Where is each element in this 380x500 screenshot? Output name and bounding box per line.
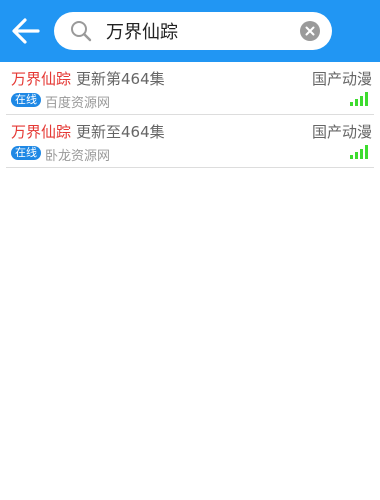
result-category: 国产动漫 — [311, 123, 372, 141]
signal-icon — [350, 92, 368, 106]
results-list: 万界仙踪 更新第464集 国产动漫 在线 百度资源网 万界仙踪 更新至464集 国产… — [0, 62, 380, 168]
back-button[interactable] — [8, 13, 44, 49]
result-title: 万界仙踪 更新至464集 — [11, 121, 165, 142]
result-source: 卧龙资源网 — [45, 149, 111, 164]
search-icon — [71, 21, 92, 42]
result-name: 万界仙踪 — [11, 123, 72, 141]
result-item[interactable]: 万界仙踪 更新第464集 国产动漫 在线 百度资源网 — [6, 62, 374, 115]
result-item[interactable]: 万界仙踪 更新至464集 国产动漫 在线 卧龙资源网 — [6, 115, 374, 168]
result-update: 更新至464集 — [76, 123, 165, 141]
status-badge: 在线 — [11, 93, 41, 107]
result-category: 国产动漫 — [311, 70, 372, 88]
close-icon — [305, 26, 315, 36]
signal-icon — [350, 145, 368, 159]
search-input[interactable] — [106, 12, 296, 50]
search-box[interactable] — [54, 12, 332, 50]
result-source: 百度资源网 — [45, 96, 111, 111]
status-badge: 在线 — [11, 146, 41, 160]
result-name: 万界仙踪 — [11, 70, 72, 88]
top-bar — [0, 0, 380, 62]
clear-search-button[interactable] — [300, 21, 320, 41]
back-arrow-icon — [12, 18, 40, 44]
result-title: 万界仙踪 更新第464集 — [11, 68, 165, 89]
result-update: 更新第464集 — [76, 70, 165, 88]
